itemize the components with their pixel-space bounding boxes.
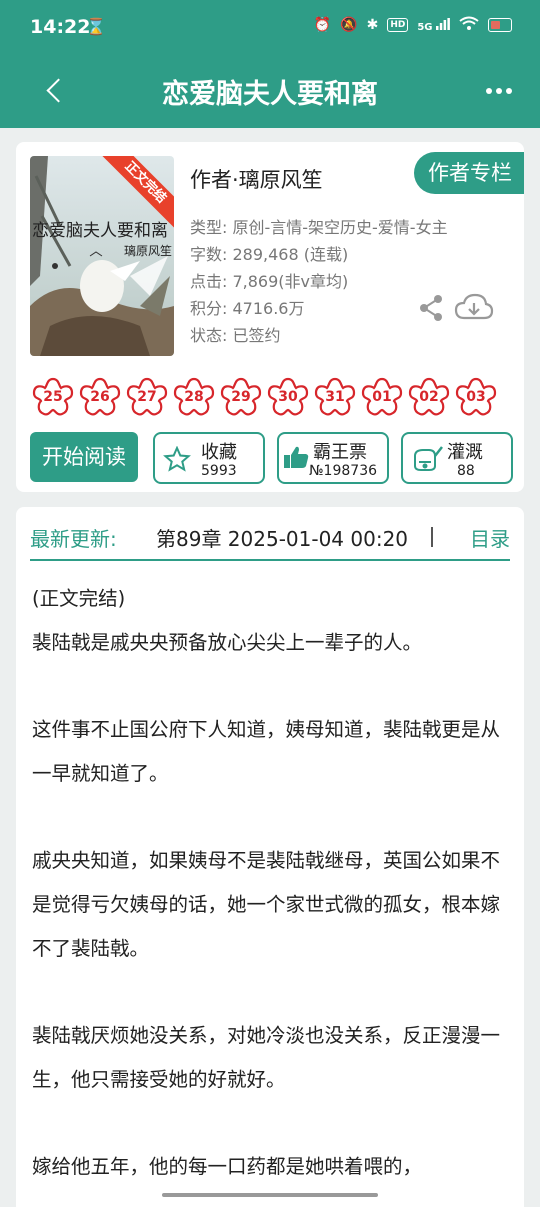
author-column-button[interactable]: 作者专栏 [414, 152, 524, 194]
alarm-icon: ⏰ [313, 17, 332, 33]
badge[interactable]: 28 [171, 376, 217, 420]
meta-status: 状态: 已签约 [190, 326, 281, 345]
author-name[interactable]: 作者·璃原风笙 [190, 164, 323, 194]
cover-author: 璃原风笙 [124, 244, 173, 258]
book-cover[interactable]: 恋爱脑夫人要和离 璃原风笙 正文完结 [30, 156, 174, 356]
badge-label: 01 [372, 389, 392, 405]
watering-can-icon [411, 444, 443, 476]
meta-score: 积分: 4716.6万 [190, 299, 305, 318]
chapter-content: (正文完结) 裴陆戟是戚央央预备放心尖尖上一辈子的人。 这件事不止国公府下人知道… [32, 577, 510, 1189]
latest-update-label: 最新更新: [30, 527, 117, 551]
hd-icon: HD [387, 18, 409, 32]
home-indicator[interactable] [162, 1193, 378, 1197]
badge[interactable]: 30 [265, 376, 311, 420]
content-paragraph: 嫁给他五年，他的每一口药都是她哄着喂的， [32, 1155, 423, 1178]
start-reading-button[interactable]: 开始阅读 [30, 432, 138, 482]
status-bar: 14:22 ⌛ ⏰ 🔕 ✱ HD 5G [0, 0, 540, 56]
monthly-badges: 25 26 27 28 29 30 31 01 02 03 [30, 376, 522, 420]
meta-type: 类型: 原创-言情-架空历史-爱情-女主 [190, 218, 448, 237]
badge[interactable]: 02 [406, 376, 452, 420]
badge-label: 26 [90, 389, 110, 405]
meta-word-count: 字数: 289,468 (连载) [190, 245, 349, 264]
meta-clicks: 点击: 7,869(非v章均) [190, 272, 349, 291]
badge[interactable]: 27 [124, 376, 170, 420]
latest-update-row: 最新更新: 第89章 2025-01-04 00:20 目录 [30, 517, 510, 561]
water-count: 88 [457, 463, 475, 479]
cover-title: 恋爱脑夫人要和离 [32, 221, 168, 241]
book-meta: 类型: 原创-言情-架空历史-爱情-女主 字数: 289,468 (连载) 点击… [190, 214, 448, 349]
page-title: 恋爱脑夫人要和离 [162, 79, 378, 110]
status-icons: ⏰ 🔕 ✱ HD 5G [314, 16, 512, 34]
badge-label: 30 [278, 389, 298, 405]
table-of-contents-link[interactable]: 目录 [470, 523, 510, 552]
nav-bar: 恋爱脑夫人要和离 [0, 56, 540, 128]
network-label: 5G [417, 21, 433, 33]
latest-update-text[interactable]: 第89章 2025-01-04 00:20 [156, 523, 436, 552]
badge-label: 29 [231, 389, 251, 405]
content-paragraph: 裴陆戟厌烦她没关系，对她冷淡也没关系，反正漫漫一生，他只需接受她的好就好。 [32, 1024, 501, 1091]
battery-icon [488, 18, 512, 32]
content-paragraph: 这件事不止国公府下人知道，姨母知道，裴陆戟更是从一早就知道了。 [32, 718, 501, 785]
badge-label: 02 [419, 389, 439, 405]
download-icon[interactable] [454, 292, 494, 324]
water-button[interactable]: 灌溉 88 [401, 432, 513, 484]
chapter-preview-card: 最新更新: 第89章 2025-01-04 00:20 目录 (正文完结) 裴陆… [16, 507, 524, 1207]
hourglass-icon: ⌛ [86, 17, 106, 36]
content-paragraph: 裴陆戟是戚央央预备放心尖尖上一辈子的人。 [32, 631, 423, 654]
favorite-count: 5993 [201, 463, 237, 479]
star-icon [163, 445, 191, 476]
ticket-count: №198736 [309, 463, 378, 479]
thumbs-up-icon [283, 444, 309, 474]
badge[interactable]: 25 [30, 376, 76, 420]
badge[interactable]: 01 [359, 376, 405, 420]
badge[interactable]: 29 [218, 376, 264, 420]
badge[interactable]: 26 [77, 376, 123, 420]
5g-signal-icon: 5G [417, 17, 450, 33]
ticket-label: 霸王票 [313, 442, 367, 463]
more-options-button[interactable] [484, 76, 514, 106]
bluetooth-icon: ✱ [366, 17, 379, 33]
share-icon[interactable] [418, 294, 444, 322]
badge-label: 03 [466, 389, 486, 405]
status-time: 14:22 [30, 16, 91, 38]
favorite-button[interactable]: 收藏 5993 [153, 432, 265, 484]
wifi-icon [459, 16, 479, 34]
water-label: 灌溉 [447, 442, 483, 463]
content-paragraph: 戚央央知道，如果姨母不是裴陆戟继母，英国公如果不是觉得亏欠姨母的话，她一个家世式… [32, 849, 501, 960]
badge-label: 25 [43, 389, 63, 405]
badge-label: 28 [184, 389, 204, 405]
book-info-card: 恋爱脑夫人要和离 璃原风笙 正文完结 作者·璃原风笙 作者专栏 类型: 原创-言… [16, 142, 524, 492]
content-paragraph: (正文完结) [32, 587, 126, 610]
ticket-button[interactable]: 霸王票 №198736 [277, 432, 389, 484]
badge[interactable]: 03 [453, 376, 499, 420]
badge[interactable]: 31 [312, 376, 358, 420]
favorite-label: 收藏 [201, 442, 237, 463]
mute-icon: 🔕 [340, 17, 358, 33]
scroll-marker [431, 527, 433, 547]
badge-label: 27 [137, 389, 157, 405]
badge-label: 31 [325, 389, 345, 405]
